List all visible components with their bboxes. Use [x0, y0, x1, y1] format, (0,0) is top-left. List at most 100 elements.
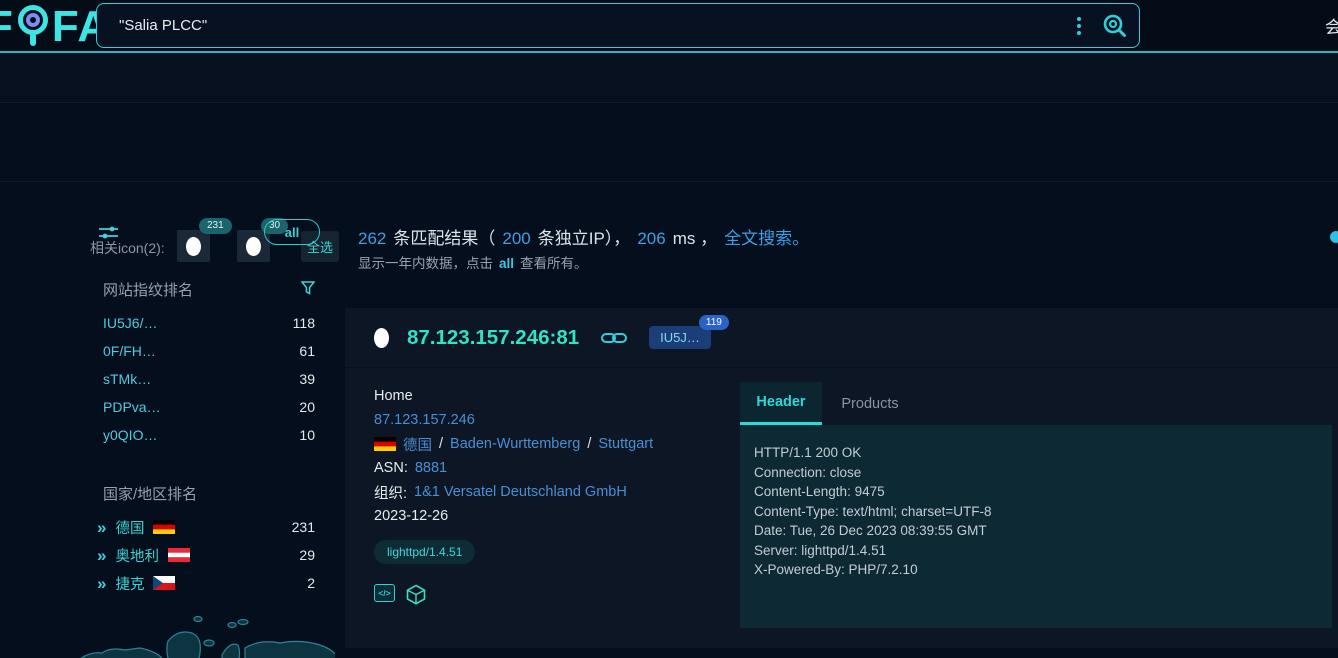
flag-germany-icon — [374, 437, 396, 451]
edge-action-dot[interactable] — [1330, 231, 1338, 243]
fingerprint-row[interactable]: PDPva… 20 — [103, 394, 315, 420]
fingerprint-count: 39 — [299, 371, 315, 387]
all-time-filter-button[interactable]: all — [264, 219, 320, 245]
favicon-icon — [374, 328, 389, 348]
results-summary: 262 条匹配结果（ 200 条独立IP）， 206 ms ， 全文搜索。 — [358, 224, 809, 249]
http-header-panel: HTTP/1.1 200 OK Connection: close Conten… — [740, 425, 1332, 628]
search-options-menu-icon[interactable] — [1069, 14, 1089, 38]
top-header: F FA 会 — [0, 0, 1338, 53]
ip-row: 87.123.157.246 — [374, 408, 714, 432]
http-line: HTTP/1.1 200 OK — [754, 443, 1318, 463]
org-row: 组织: 1&1 Versatel Deutschland GmbH — [374, 480, 714, 504]
summary-text: ms ， — [673, 224, 717, 249]
tab-products[interactable]: Products — [822, 382, 918, 425]
icon-count-badge-1: 231 — [199, 218, 232, 234]
fingerprint-link[interactable]: sTMk… — [103, 371, 151, 387]
country-count: 231 — [292, 519, 315, 535]
country-row-austria[interactable]: » 奥地利 29 — [97, 542, 315, 568]
country-link[interactable]: 捷克 — [115, 573, 144, 594]
result-detail-panel: Header Products HTTP/1.1 200 OK Connecti… — [740, 382, 1332, 628]
flag-austria-icon — [168, 548, 190, 562]
geo-row: 德国 / Baden-Wurttemberg / Stuttgart — [374, 432, 714, 456]
related-icon-row: 相关icon(2): 231 30 全选 — [0, 104, 1338, 182]
filter-sliders-icon[interactable] — [99, 224, 118, 241]
region-link[interactable]: Baden-Wurttemberg — [450, 436, 580, 452]
http-line: Connection: close — [754, 463, 1318, 483]
funnel-filter-icon[interactable] — [301, 281, 315, 295]
site-title: Home — [374, 384, 714, 408]
fingerprint-ranking-heading: 网站指纹排名 — [103, 279, 193, 300]
fofa-logo[interactable]: F FA — [0, 2, 110, 52]
country-link[interactable]: 德国 — [115, 517, 144, 538]
all-link[interactable]: all — [499, 256, 514, 271]
date-row: 2023-12-26 — [374, 504, 714, 528]
chevron-right-icon: » — [97, 519, 106, 536]
fingerprint-link[interactable]: y0QIO… — [103, 427, 157, 443]
http-line: Server: lighttpd/1.4.51 — [754, 541, 1318, 561]
fingerprint-count: 10 — [299, 427, 315, 443]
search-input[interactable] — [97, 4, 1069, 47]
server-tag[interactable]: lighttpd/1.4.51 — [374, 540, 475, 564]
chevron-right-icon: » — [97, 575, 106, 592]
link-chain-icon[interactable] — [601, 330, 627, 346]
favicon-icon — [246, 237, 261, 256]
org-link[interactable]: 1&1 Versatel Deutschland GmbH — [414, 484, 627, 500]
org-label: 组织: — [374, 482, 407, 503]
flag-czech-icon — [153, 576, 175, 590]
ip-link[interactable]: 87.123.157.246 — [374, 412, 475, 428]
fingerprint-badge[interactable]: IU5J… — [649, 326, 711, 349]
note-text: 查看所有。 — [520, 252, 588, 272]
scan-date: 2023-12-26 — [374, 508, 448, 524]
fingerprint-row[interactable]: y0QIO… 10 — [103, 422, 315, 448]
results-summary-note: 显示一年内数据，点击 all 查看所有。 — [358, 252, 588, 272]
card-action-icons: </> — [374, 584, 714, 605]
query-time: 206 — [637, 229, 665, 249]
summary-text: 条独立IP）， — [538, 224, 631, 249]
tab-header[interactable]: Header — [740, 382, 822, 425]
match-count: 262 — [358, 229, 386, 249]
asn-row: ASN: 8881 — [374, 456, 714, 480]
icon-filter-tile-1[interactable] — [177, 230, 210, 262]
fingerprint-row[interactable]: 0F/FH… 61 — [103, 338, 315, 364]
country-row-germany[interactable]: » 德国 231 — [97, 514, 315, 540]
search-button[interactable] — [1095, 6, 1135, 46]
note-text: 显示一年内数据，点击 — [358, 252, 493, 272]
flag-germany-icon — [153, 520, 175, 534]
country-ranking-heading: 国家/地区排名 — [103, 483, 197, 504]
fingerprint-link[interactable]: PDPva… — [103, 399, 161, 415]
detail-tabs: Header Products — [740, 382, 1332, 425]
fingerprint-badge-wrap: IU5J… 119 — [649, 329, 711, 347]
member-menu-partial[interactable]: 会 — [1325, 13, 1338, 38]
chevron-right-icon: » — [97, 547, 106, 564]
logo-text-left: F — [0, 2, 14, 52]
http-line: X-Powered-By: PHP/7.2.10 — [754, 560, 1318, 580]
asn-link[interactable]: 8881 — [415, 460, 447, 476]
country-link[interactable]: 德国 — [403, 434, 432, 455]
country-link[interactable]: 奥地利 — [115, 545, 159, 566]
result-details: Home 87.123.157.246 德国 / Baden-Wurttembe… — [374, 384, 714, 605]
city-link[interactable]: Stuttgart — [598, 436, 653, 452]
unique-ip-count: 200 — [502, 229, 530, 249]
ip-port-link[interactable]: 87.123.157.246:81 — [407, 326, 579, 350]
http-line: Date: Tue, 26 Dec 2023 08:39:55 GMT — [754, 521, 1318, 541]
fulltext-search-link[interactable]: 全文搜索。 — [724, 224, 809, 249]
summary-text: 条匹配结果（ — [393, 224, 495, 249]
http-line: Content-Type: text/html; charset=UTF-8 — [754, 502, 1318, 522]
fingerprint-row[interactable]: sTMk… 39 — [103, 366, 315, 392]
search-icon — [1102, 13, 1128, 39]
result-card-header: 87.123.157.246:81 IU5J… 119 — [345, 308, 1338, 368]
fingerprint-count: 61 — [299, 343, 315, 359]
fingerprint-badge-count: 119 — [699, 315, 729, 330]
country-row-czech[interactable]: » 捷克 2 — [97, 570, 315, 596]
product-cube-icon[interactable] — [406, 584, 426, 605]
code-icon[interactable]: </> — [374, 584, 395, 602]
country-count: 2 — [307, 575, 315, 591]
world-map — [80, 603, 335, 658]
fofa-pin-icon — [15, 3, 51, 51]
country-count: 29 — [299, 547, 315, 563]
fingerprint-link[interactable]: 0F/FH… — [103, 343, 156, 359]
fingerprint-count: 20 — [299, 399, 315, 415]
fingerprint-row[interactable]: IU5J6/… 118 — [103, 310, 315, 336]
related-icon-label: 相关icon(2): — [90, 238, 165, 258]
fingerprint-link[interactable]: IU5J6/… — [103, 315, 157, 331]
